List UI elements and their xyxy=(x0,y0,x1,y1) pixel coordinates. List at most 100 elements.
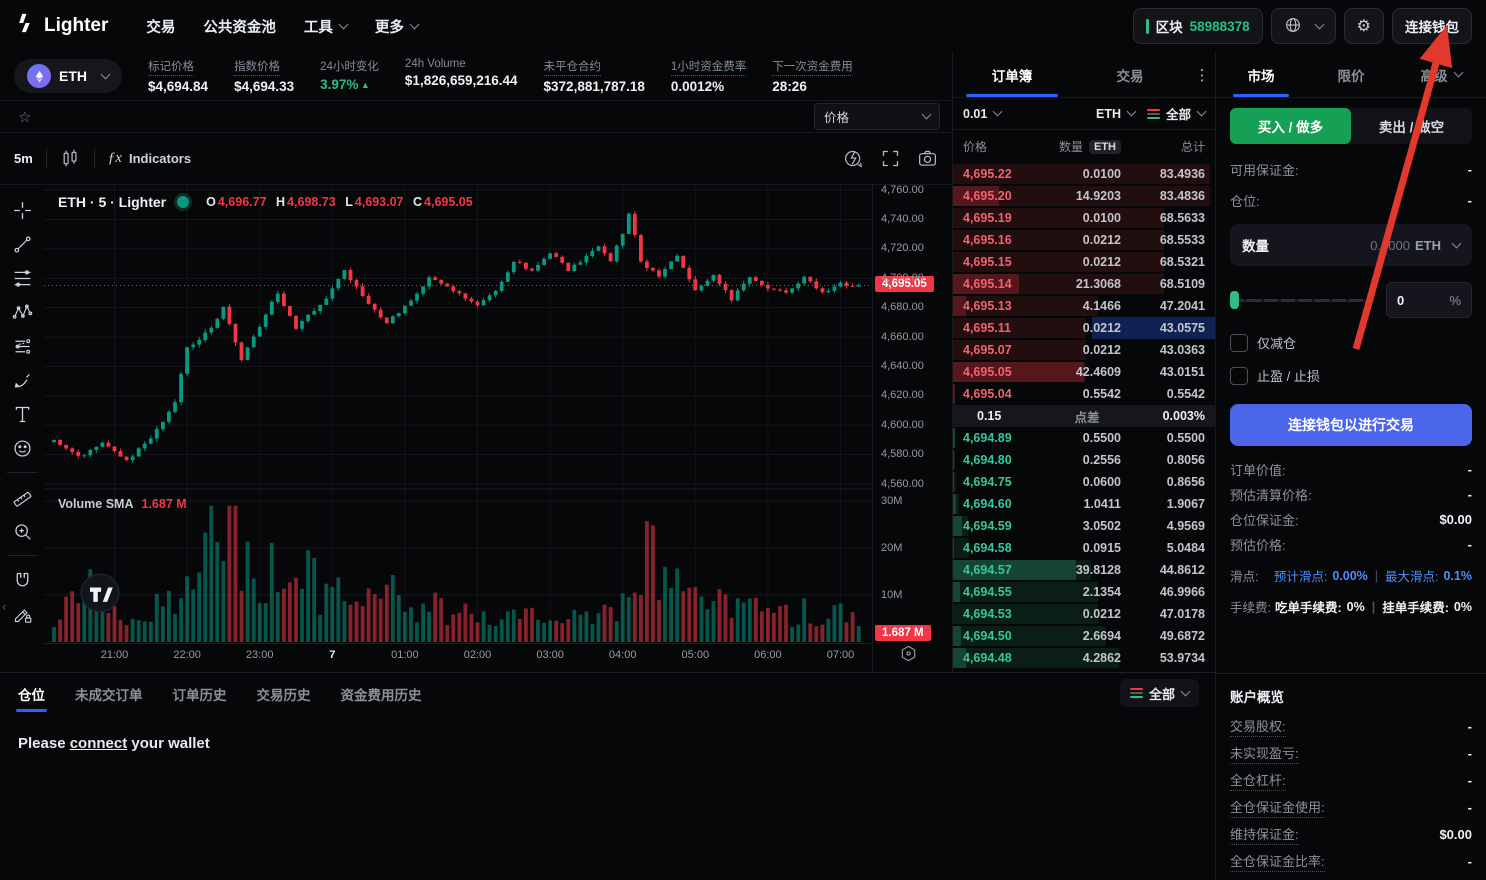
indicators-button[interactable]: Indicators xyxy=(129,151,191,166)
ask-row[interactable]: 4,695.190.010068.5633 xyxy=(953,207,1215,229)
bid-row[interactable]: 4,694.530.021247.0178 xyxy=(953,603,1215,625)
bottom-tab-未成交订单[interactable]: 未成交订单 xyxy=(73,674,145,712)
unit-dropdown[interactable]: ETH xyxy=(1096,107,1135,121)
price-display-dropdown[interactable]: 价格 xyxy=(814,103,940,130)
fees-row: 手续费: 吃单手续费:0%|挂单手续费:0% xyxy=(1230,597,1472,616)
bid-row[interactable]: 4,694.750.06000.8656 xyxy=(953,471,1215,493)
tp-sl-row[interactable]: 止盈 / 止损 xyxy=(1230,366,1472,385)
bid-row[interactable]: 4,694.5739.812844.8612 xyxy=(953,559,1215,581)
ask-row[interactable]: 4,695.070.021243.0363 xyxy=(953,339,1215,361)
order-type-tab-高级[interactable]: 高级 xyxy=(1396,52,1486,97)
connect-wallet-to-trade-button[interactable]: 连接钱包以进行交易 xyxy=(1230,404,1472,446)
camera-icon[interactable] xyxy=(917,148,938,169)
bid-row[interactable]: 4,694.800.25560.8056 xyxy=(953,449,1215,471)
brand[interactable]: Lighter xyxy=(14,12,108,40)
ask-row[interactable]: 4,695.040.55420.5542 xyxy=(953,383,1215,405)
slider-handle[interactable] xyxy=(1230,291,1239,309)
nav-item[interactable]: 交易 xyxy=(146,16,175,37)
buy-long-button[interactable]: 买入 / 做多 xyxy=(1230,108,1351,144)
emoji-icon[interactable] xyxy=(5,433,39,463)
size-slider[interactable] xyxy=(1230,291,1374,309)
fib-retracement-icon[interactable] xyxy=(5,263,39,293)
block-indicator[interactable]: 区块 58988378 xyxy=(1133,8,1263,44)
wallet-message: Please connect your wallet xyxy=(18,735,1215,752)
tick-size-dropdown[interactable]: 0.01 xyxy=(963,107,1001,121)
edit-lock-icon[interactable] xyxy=(5,599,39,629)
tradingview-logo[interactable] xyxy=(80,573,120,613)
price-axis[interactable]: 4,695.05 1.687 M 4,760.004,740.004,720.0… xyxy=(872,185,952,672)
bid-row[interactable]: 4,694.484.286253.9734 xyxy=(953,647,1215,669)
volume-value: 1.687 M xyxy=(141,497,186,511)
zoom-in-icon[interactable] xyxy=(5,516,39,546)
nav-item[interactable]: 公共资金池 xyxy=(203,16,276,37)
order-type-tab-市场[interactable]: 市场 xyxy=(1216,52,1306,97)
price-cell: 4,695.22 xyxy=(953,167,1047,181)
sell-short-button[interactable]: 卖出 / 做空 xyxy=(1351,108,1472,144)
chart-canvas[interactable]: ETH · 5 · Lighter O4,696.77 H4,698.73 L4… xyxy=(44,185,872,668)
bottom-tab-资金费用历史[interactable]: 资金费用历史 xyxy=(339,674,424,712)
ask-row[interactable]: 4,695.160.021268.5533 xyxy=(953,229,1215,251)
bid-row[interactable]: 4,694.580.09155.0484 xyxy=(953,537,1215,559)
bottom-tab-仓位[interactable]: 仓位 xyxy=(16,674,47,712)
language-selector[interactable] xyxy=(1271,8,1336,44)
text-icon[interactable] xyxy=(5,399,39,429)
orderbook-tab-交易[interactable]: 交易 xyxy=(1071,52,1189,97)
magnet-mode-icon[interactable] xyxy=(843,148,864,169)
filter-lines-icon xyxy=(1130,688,1143,698)
chart-panel: ETH 标记价格$4,694.84指数价格$4,694.3324小时变化3.97… xyxy=(0,52,953,672)
kebab-menu-icon[interactable]: ⋮ xyxy=(1189,52,1215,97)
reduce-only-row[interactable]: 仅减仓 xyxy=(1230,333,1472,352)
nav-item[interactable]: 工具 xyxy=(304,16,347,37)
depth-filter-dropdown[interactable]: 全部 xyxy=(1147,104,1205,123)
long-position-icon[interactable] xyxy=(5,331,39,361)
orderbook-tab-订单簿[interactable]: 订单簿 xyxy=(953,52,1071,97)
history-filter-dropdown[interactable]: 全部 xyxy=(1120,679,1199,707)
market-selector[interactable]: ETH xyxy=(14,59,122,93)
magnet-icon[interactable] xyxy=(5,565,39,595)
size-cell: 0.0212 xyxy=(1047,233,1121,247)
amount-input[interactable]: 数量 0.0000ETH xyxy=(1230,224,1472,266)
bottom-tab-订单历史[interactable]: 订单历史 xyxy=(171,674,229,712)
favorite-star-icon[interactable]: ☆ xyxy=(18,108,31,126)
bottom-tab-交易历史[interactable]: 交易历史 xyxy=(255,674,313,712)
settings-button[interactable]: ⚙ xyxy=(1344,8,1384,44)
bid-row[interactable]: 4,694.502.669449.6872 xyxy=(953,625,1215,647)
nav-item[interactable]: 更多 xyxy=(375,16,418,37)
bid-row[interactable]: 4,694.601.04111.9067 xyxy=(953,493,1215,515)
bid-row[interactable]: 4,694.890.55000.5500 xyxy=(953,427,1215,449)
trendline-icon[interactable] xyxy=(5,229,39,259)
tp-sl-checkbox[interactable] xyxy=(1230,367,1248,385)
connect-wallet-label: 连接钱包 xyxy=(1405,16,1459,36)
fullscreen-icon[interactable] xyxy=(880,148,901,169)
brush-icon[interactable] xyxy=(5,365,39,395)
bid-row[interactable]: 4,694.593.05024.9569 xyxy=(953,515,1215,537)
ruler-icon[interactable] xyxy=(5,482,39,512)
ask-row[interactable]: 4,695.110.021243.0575 xyxy=(953,317,1215,339)
crosshair-icon[interactable] xyxy=(5,195,39,225)
connect-wallet-button[interactable]: 连接钱包 xyxy=(1392,8,1472,44)
connect-link[interactable]: connect xyxy=(70,735,128,752)
price-cell: 4,694.55 xyxy=(953,585,1047,599)
order-type-tab-限价[interactable]: 限价 xyxy=(1306,52,1396,97)
total-cell: 5.0484 xyxy=(1121,541,1215,555)
bid-row[interactable]: 4,694.552.135446.9966 xyxy=(953,581,1215,603)
collapse-rail-icon[interactable]: ‹ xyxy=(2,599,6,614)
ask-row[interactable]: 4,695.1421.306868.5109 xyxy=(953,273,1215,295)
ask-row[interactable]: 4,695.134.146647.2041 xyxy=(953,295,1215,317)
ohlc-close-label: C xyxy=(413,195,422,209)
info-row: 预估清算价格:- xyxy=(1230,485,1472,504)
ask-row[interactable]: 4,695.220.010083.4936 xyxy=(953,163,1215,185)
ask-row[interactable]: 4,695.0542.460943.0151 xyxy=(953,361,1215,383)
time-axis-label: 21:00 xyxy=(93,649,137,661)
reduce-only-checkbox[interactable] xyxy=(1230,334,1248,352)
header-actions: 区块 58988378 ⚙ 连接钱包 xyxy=(1133,8,1472,44)
account-value: - xyxy=(1468,800,1472,815)
ask-row[interactable]: 4,695.2014.920383.4836 xyxy=(953,185,1215,207)
time-axis[interactable]: 21:0022:0023:00701:0002:0003:0004:0005:0… xyxy=(44,643,872,669)
pane-settings-icon[interactable] xyxy=(899,644,918,663)
interval-button[interactable]: 5m xyxy=(14,151,33,166)
candle-style-button[interactable] xyxy=(60,148,81,169)
percent-input[interactable]: 0% xyxy=(1386,282,1472,318)
ask-row[interactable]: 4,695.150.021268.5321 xyxy=(953,251,1215,273)
xabcd-pattern-icon[interactable] xyxy=(5,297,39,327)
